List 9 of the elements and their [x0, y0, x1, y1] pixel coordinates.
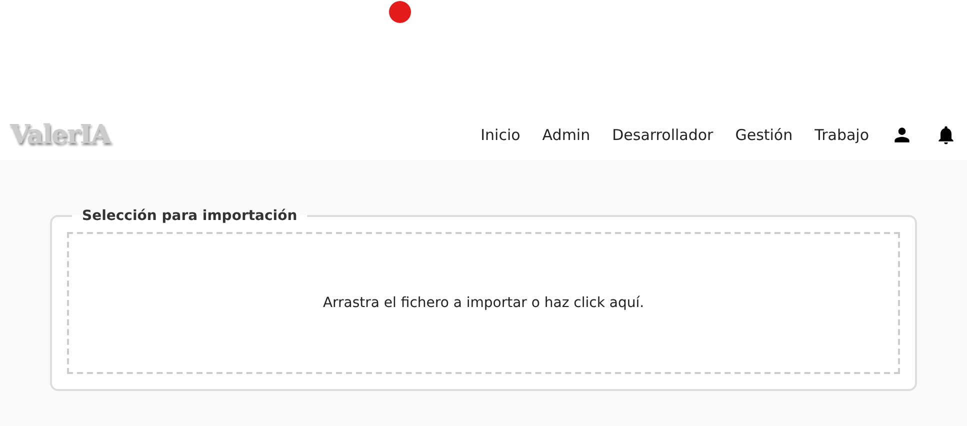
- nav-link[interactable]: Inicio: [480, 126, 520, 144]
- nav-link[interactable]: Desarrollador: [612, 126, 714, 144]
- nav-link[interactable]: Admin: [542, 126, 590, 144]
- nav-link[interactable]: Gestión: [735, 126, 793, 144]
- panel-title: Selección para importación: [81, 208, 298, 224]
- nav-link[interactable]: Trabajo: [814, 126, 869, 144]
- drop-zone-text: Arrastra el fichero a importar o haz click aquí.: [322, 295, 644, 311]
- file-drop-zone[interactable]: Arrastra el fichero a importar o haz click aquí.: [67, 232, 900, 374]
- loading-dot-icon: [389, 1, 411, 23]
